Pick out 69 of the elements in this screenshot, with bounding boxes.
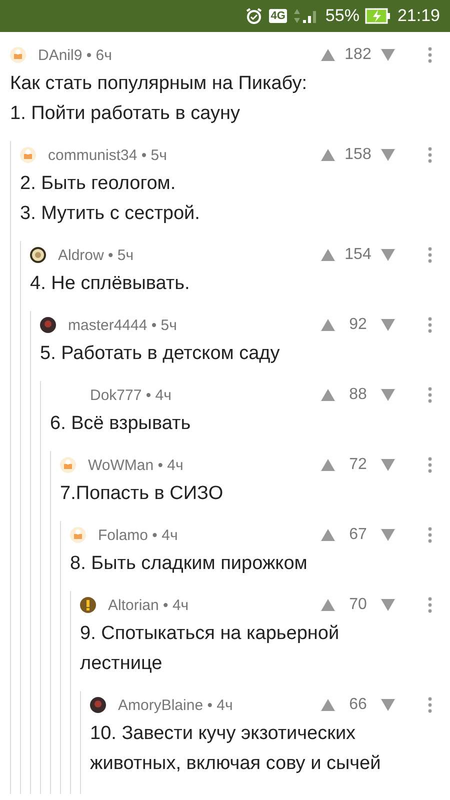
downvote-icon[interactable] [380,458,396,472]
upvote-icon[interactable] [320,458,336,472]
comment-text: 5. Работать в детском саду [40,342,281,366]
comment-text: 2. Быть геологом. [20,172,177,196]
score: 92 [348,316,368,334]
author-meta[interactable]: master4444 • 5ч [68,316,177,334]
comment-text: 7.Попасть в СИЗО [60,482,224,506]
downvote-icon[interactable] [380,528,396,542]
avatar-icon [70,527,86,543]
avatar-icon [60,457,76,473]
comment-text: 1. Пойти работать в сауну [10,102,241,126]
score: 158 [344,146,372,164]
author-meta[interactable]: Altorian • 4ч [108,596,189,614]
score: 182 [344,46,372,64]
more-icon[interactable] [428,457,432,473]
avatar-icon [10,47,26,63]
more-icon[interactable] [428,697,432,713]
upvote-icon[interactable] [320,698,336,712]
author-meta[interactable]: AmoryBlaine • 4ч [118,696,233,714]
author-meta[interactable]: DAnil9 • 6ч [38,46,112,64]
score: 154 [344,246,372,264]
alarm-icon [244,7,263,25]
comment-text: 4. Не сплёвывать. [30,272,191,296]
upvote-icon[interactable] [320,528,336,542]
upvote-icon[interactable] [320,48,336,62]
comment-text: 8. Быть сладким пирожком [70,552,308,576]
more-icon[interactable] [428,247,432,263]
avatar-icon [80,597,96,613]
more-icon[interactable] [428,387,432,403]
battery-charging-icon [365,8,392,24]
score: 66 [348,696,368,714]
downvote-icon[interactable] [380,698,396,712]
comment-text: 6. Всё взрывать [50,412,192,436]
downvote-icon[interactable] [380,318,396,332]
upvote-icon[interactable] [320,598,336,612]
more-icon[interactable] [428,527,432,543]
more-icon[interactable] [428,147,432,163]
downvote-icon[interactable] [380,148,396,162]
avatar-icon [30,247,46,263]
more-icon[interactable] [428,317,432,333]
author-meta[interactable]: WoWMan • 4ч [88,456,184,474]
score: 70 [348,596,368,614]
upvote-icon[interactable] [320,388,336,402]
downvote-icon[interactable] [380,48,396,62]
author-meta[interactable]: communist34 • 5ч [48,146,167,164]
score: 67 [348,526,368,544]
author-meta[interactable]: Folamo • 4ч [98,526,178,544]
downvote-icon[interactable] [380,598,396,612]
network-label: 4G [268,9,288,23]
author-meta[interactable]: Dok777 • 4ч [90,386,172,404]
avatar-icon [90,697,106,713]
downvote-icon[interactable] [380,388,396,402]
upvote-icon[interactable] [320,318,336,332]
battery-percent: 55% [325,6,360,26]
more-icon[interactable] [428,597,432,613]
avatar-icon [40,317,56,333]
comment-text: 10. Завести кучу экзотических животных, включая сову и сычей [90,722,382,776]
more-icon[interactable] [428,47,432,63]
clock: 21:19 [397,6,440,26]
downvote-icon[interactable] [380,248,396,262]
score: 72 [348,456,368,474]
comment-text: Как стать популярным на Пикабу: [10,72,308,96]
author-meta[interactable]: Aldrow • 5ч [58,246,134,264]
upvote-icon[interactable] [320,248,336,262]
comment-text: 9. Спотыкаться на карьерной лестнице [80,622,340,676]
comment-text: 3. Мутить с сестрой. [20,202,201,226]
avatar-icon [20,147,36,163]
score: 88 [348,386,368,404]
upvote-icon[interactable] [320,148,336,162]
